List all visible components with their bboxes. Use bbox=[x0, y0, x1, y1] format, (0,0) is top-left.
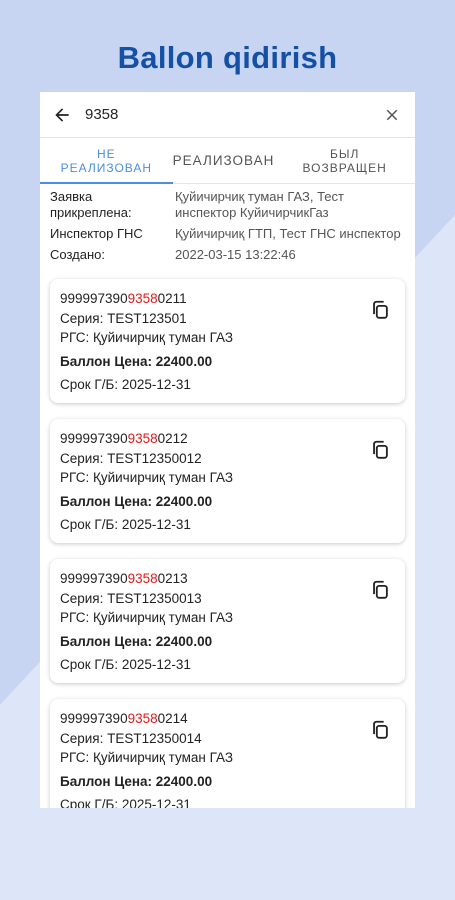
arrow-back-icon bbox=[55, 107, 69, 122]
promo-headline: Ballon qidirish bbox=[117, 40, 338, 75]
number-match: 9358 bbox=[127, 431, 158, 446]
info-row-assigned: Заявка прикреплена: Қуйичирчиқ туман ГАЗ… bbox=[50, 189, 405, 221]
number-prefix: 999997390 bbox=[60, 291, 128, 306]
created-label: Создано: bbox=[50, 247, 105, 262]
search-input[interactable] bbox=[84, 99, 369, 130]
cylinder-rgs: РГС: Қуйичирчиқ туман ГАЗ bbox=[60, 330, 234, 345]
assigned-label: Заявка прикреплена: bbox=[50, 189, 132, 220]
cylinder-series: Серия: TEST12350012 bbox=[60, 450, 202, 466]
cylinder-price: Баллон Цена: 22400.00 bbox=[60, 633, 213, 649]
cylinder-rgs: РГС: Қуйичирчиқ туман ГАЗ bbox=[60, 750, 234, 765]
cylinder-number: 99999739093580214 bbox=[60, 709, 395, 729]
number-suffix: 0212 bbox=[157, 431, 188, 446]
number-prefix: 999997390 bbox=[60, 431, 128, 446]
cylinder-number: 99999739093580212 bbox=[60, 429, 395, 449]
back-button[interactable] bbox=[40, 92, 84, 138]
status-tabs: НЕ РЕАЛИЗОВАН РЕАЛИЗОВАН БЫЛ ВОЗВРАЩЕН bbox=[40, 138, 415, 184]
cylinder-price: Баллон Цена: 22400.00 bbox=[60, 493, 213, 509]
number-prefix: 999997390 bbox=[60, 571, 128, 586]
cylinder-number: 99999739093580211 bbox=[60, 289, 395, 309]
inspector-value: Қуйичирчиқ ГТП, Тест ГНС инспектор bbox=[175, 226, 401, 241]
cylinder-number: 99999739093580213 bbox=[60, 569, 395, 589]
number-suffix: 0214 bbox=[157, 711, 188, 726]
cylinder-term: Срок Г/Б: 2025-12-31 bbox=[60, 517, 191, 532]
assigned-value: Қуйичирчиқ туман ГАЗ, Тест инспектор Куй… bbox=[175, 189, 344, 220]
number-match: 9358 bbox=[127, 711, 158, 726]
number-match: 9358 bbox=[127, 571, 158, 586]
cylinder-series: Серия: TEST123501 bbox=[60, 310, 187, 326]
cylinder-term: Срок Г/Б: 2025-12-31 bbox=[60, 377, 191, 392]
copy-icon[interactable] bbox=[369, 299, 391, 321]
copy-icon[interactable] bbox=[369, 719, 391, 741]
request-info: Заявка прикреплена: Қуйичирчиқ туман ГАЗ… bbox=[40, 184, 415, 263]
close-icon bbox=[386, 109, 398, 120]
info-row-created: Создано: 2022-03-15 13:22:46 bbox=[50, 247, 405, 263]
tab-not-realized[interactable]: НЕ РЕАЛИЗОВАН bbox=[40, 138, 173, 184]
clear-search-button[interactable] bbox=[369, 92, 415, 138]
created-value: 2022-03-15 13:22:46 bbox=[175, 247, 296, 262]
number-prefix: 999997390 bbox=[60, 711, 128, 726]
cylinder-card[interactable]: 99999739093580213 Серия: TEST12350013 РГ… bbox=[50, 559, 405, 683]
cylinder-list: 99999739093580211 Серия: TEST123501 РГС:… bbox=[40, 268, 415, 808]
tab-returned[interactable]: БЫЛ ВОЗВРАЩЕН bbox=[274, 138, 415, 183]
number-suffix: 0213 bbox=[157, 571, 188, 586]
cylinder-series: Серия: TEST12350014 bbox=[60, 730, 202, 746]
tab-realized[interactable]: РЕАЛИЗОВАН bbox=[173, 138, 275, 183]
cylinder-rgs: РГС: Қуйичирчиқ туман ГАЗ bbox=[60, 470, 234, 485]
cylinder-price: Баллон Цена: 22400.00 bbox=[60, 773, 213, 789]
copy-icon[interactable] bbox=[369, 439, 391, 461]
cylinder-card[interactable]: 99999739093580212 Серия: TEST12350012 РГ… bbox=[50, 419, 405, 543]
copy-icon[interactable] bbox=[369, 579, 391, 601]
cylinder-rgs: РГС: Қуйичирчиқ туман ГАЗ bbox=[60, 610, 234, 625]
cylinder-series: Серия: TEST12350013 bbox=[60, 590, 202, 606]
cylinder-price: Баллон Цена: 22400.00 bbox=[60, 353, 213, 369]
search-bar bbox=[40, 92, 415, 138]
info-row-inspector: Инспектор ГНС Қуйичирчиқ ГТП, Тест ГНС и… bbox=[50, 226, 405, 242]
number-match: 9358 bbox=[127, 291, 158, 306]
number-suffix: 0211 bbox=[157, 291, 187, 306]
cylinder-term: Срок Г/Б: 2025-12-31 bbox=[60, 657, 191, 672]
cylinder-card[interactable]: 99999739093580211 Серия: TEST123501 РГС:… bbox=[50, 279, 405, 403]
app-screen: НЕ РЕАЛИЗОВАН РЕАЛИЗОВАН БЫЛ ВОЗВРАЩЕН З… bbox=[40, 92, 415, 808]
cylinder-card[interactable]: 99999739093580214 Серия: TEST12350014 РГ… bbox=[50, 699, 405, 808]
cylinder-term: Срок Г/Б: 2025-12-31 bbox=[60, 797, 191, 808]
inspector-label: Инспектор ГНС bbox=[50, 226, 143, 241]
